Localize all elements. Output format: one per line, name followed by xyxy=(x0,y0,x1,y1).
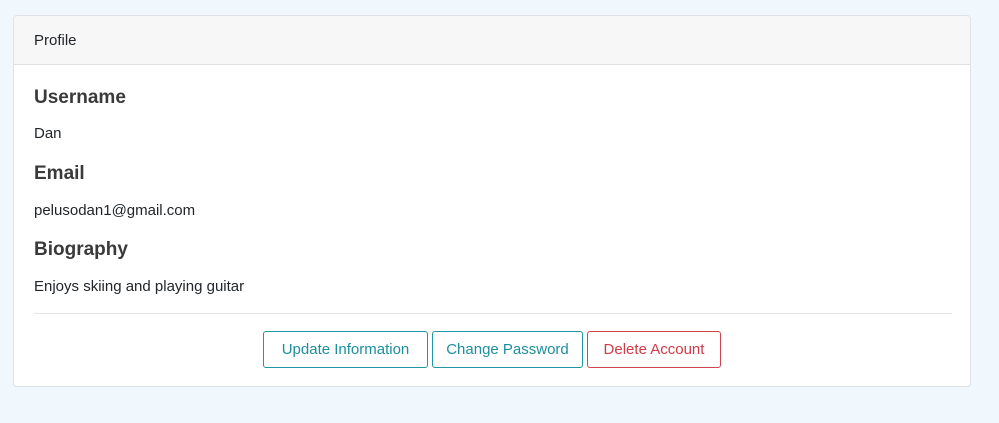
email-value: pelusodan1@gmail.com xyxy=(34,202,196,219)
update-information-button[interactable]: Update Information xyxy=(263,331,428,368)
change-password-button[interactable]: Change Password xyxy=(432,331,583,368)
biography-value: Enjoys skiing and playing guitar xyxy=(34,278,245,295)
profile-card-header: Profile xyxy=(14,16,970,65)
email-label: Email xyxy=(34,163,85,184)
biography-label: Biography xyxy=(34,239,128,260)
actions-divider xyxy=(34,313,952,314)
username-label: Username xyxy=(34,87,126,108)
profile-card-title: Profile xyxy=(34,31,77,49)
profile-actions: Update Information Change Password Delet… xyxy=(14,331,970,368)
username-value: Dan xyxy=(34,125,62,142)
delete-account-button[interactable]: Delete Account xyxy=(587,331,721,368)
profile-card: Profile Username Dan Email pelusodan1@gm… xyxy=(13,15,971,387)
